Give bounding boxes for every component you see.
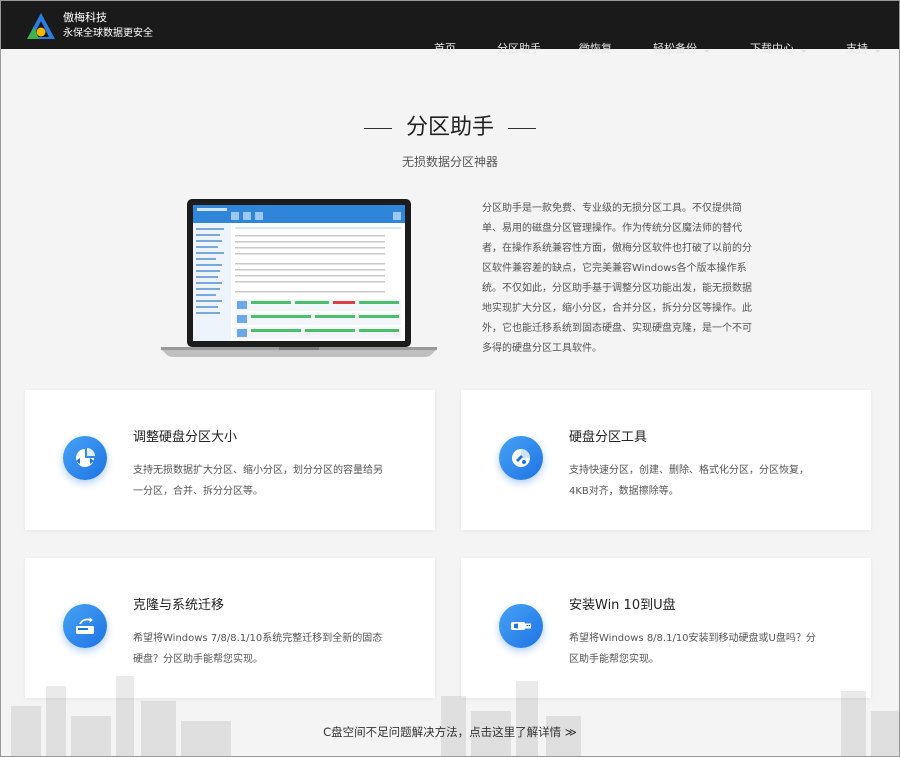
nav-item-partition-assistant[interactable]: 分区助手 xyxy=(497,25,541,73)
nav-item-download[interactable]: 下载中心 ⌄ xyxy=(750,25,808,73)
feature-card-resize[interactable]: 调整硬盘分区大小 支持无损数据扩大分区、缩小分区，划分分区的容量给另一分区，合并… xyxy=(25,390,435,530)
city-skyline-background xyxy=(11,676,899,756)
page-title: 分区助手 xyxy=(1,109,899,141)
nav-label: 分区助手 xyxy=(497,42,541,55)
partition-tool-icon xyxy=(499,436,543,480)
feature-description: 希望将Windows 7/8/8.1/10系统完整迁移到全新的固态硬盘？分区助手… xyxy=(133,633,383,665)
chevron-down-icon: ⌄ xyxy=(800,45,808,55)
usb-drive-icon xyxy=(499,604,543,648)
nav-label: 微恢复 xyxy=(579,42,612,55)
product-description: 分区助手是一款免费、专业级的无损分区工具。不仅提供简单、易用的磁盘分区管理操作。… xyxy=(482,203,752,354)
feature-card-partition-tool[interactable]: 硬盘分区工具 支持快速分区，创建、删除、格式化分区，分区恢复，4KB对齐，数据擦… xyxy=(461,390,871,530)
aomei-logo-icon xyxy=(27,13,55,39)
nav-label: 下载中心 xyxy=(750,42,794,55)
feature-title: 硬盘分区工具 xyxy=(569,430,648,445)
page-subtitle: 无损数据分区神器 xyxy=(401,155,498,169)
feature-title: 调整硬盘分区大小 xyxy=(133,430,238,445)
feature-description: 希望将Windows 8/8.1/10安装到移动硬盘或U盘吗？分区助手能帮您实现… xyxy=(569,633,816,665)
page-title-text: 分区助手 xyxy=(405,115,494,140)
chevron-down-icon: ⌄ xyxy=(874,45,882,55)
nav-item-recovery[interactable]: 微恢复 xyxy=(579,25,612,73)
feature-title: 克隆与系统迁移 xyxy=(133,598,225,613)
nav-item-backup[interactable]: 轻松备份 ⌄ xyxy=(653,25,711,73)
laptop-screenshot-image xyxy=(161,199,437,357)
nav-label: 首页 xyxy=(434,42,456,55)
nav-label: 支持 xyxy=(846,42,868,55)
nav-item-support[interactable]: 支持 ⌄ xyxy=(846,25,882,73)
title-divider xyxy=(363,127,392,129)
feature-description: 支持快速分区，创建、删除、格式化分区，分区恢复，4KB对齐，数据擦除等。 xyxy=(569,465,809,497)
top-nav: 傲梅科技 永保全球数据更安全 首页 分区助手 微恢复 轻松备份 ⌄ 下载中心 ⌄ 支… xyxy=(1,1,899,55)
brand-logo[interactable]: 傲梅科技 永保全球数据更安全 xyxy=(25,11,153,41)
brand-name: 傲梅科技 xyxy=(63,11,107,24)
feature-description: 支持无损数据扩大分区、缩小分区，划分分区的容量给另一分区，合并、拆分分区等。 xyxy=(133,465,383,497)
nav-item-home[interactable]: 首页 xyxy=(434,25,456,73)
feature-title: 安装Win 10到U盘 xyxy=(569,598,676,613)
title-divider xyxy=(508,127,536,129)
nav-label: 轻松备份 xyxy=(653,42,697,55)
chevron-down-icon: ⌄ xyxy=(703,45,711,55)
brand-tagline: 永保全球数据更安全 xyxy=(63,28,153,39)
migrate-disk-icon xyxy=(63,604,107,648)
c-drive-help-link[interactable]: C盘空间不足问题解决方法，点击这里了解详情 ≫ xyxy=(1,724,899,740)
resize-partition-icon xyxy=(63,436,107,480)
